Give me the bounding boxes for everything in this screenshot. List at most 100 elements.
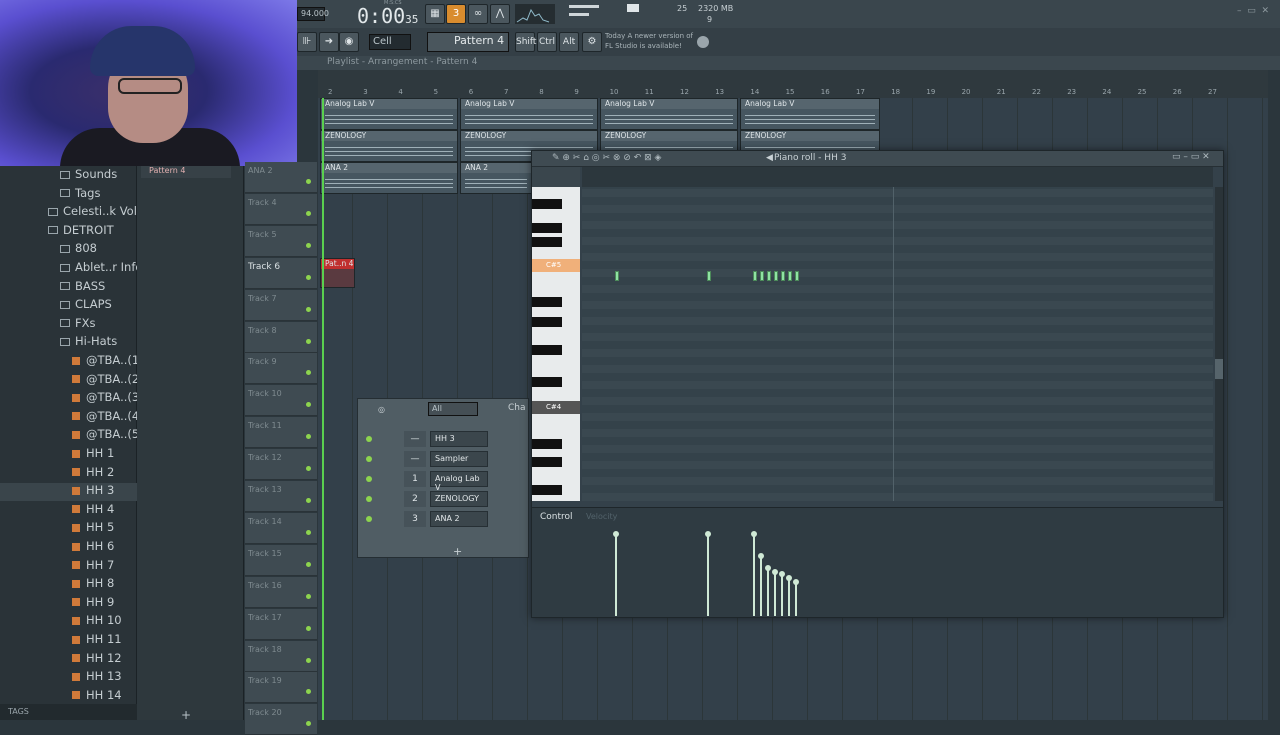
clip-zenology-1[interactable]: ZENOLOGY [320, 130, 458, 162]
clip-ana2-1[interactable]: ANA 2 [320, 162, 458, 194]
channel-name-button[interactable]: ANA 2 [430, 511, 488, 527]
news-close-icon[interactable] [697, 36, 709, 48]
velocity-bar[interactable] [705, 531, 711, 616]
track-header[interactable]: Track 9 [245, 353, 317, 385]
channel-row[interactable]: — HH 3 [364, 431, 528, 449]
control-lane[interactable]: Control Velocity [532, 507, 1223, 617]
ctrl-button[interactable]: Ctrl [537, 32, 557, 52]
black-key[interactable] [532, 439, 562, 449]
track-header[interactable]: Track 17 [245, 608, 317, 640]
black-key[interactable] [532, 237, 562, 247]
note[interactable] [788, 271, 792, 281]
channel-mute-led[interactable] [366, 456, 372, 462]
track-mute-led[interactable] [306, 657, 311, 663]
browser-file[interactable]: @TBA..(2) [72, 372, 144, 390]
black-key[interactable] [532, 223, 562, 233]
black-key[interactable] [532, 485, 562, 495]
browser-file[interactable]: HH 10 [72, 613, 122, 631]
browser-file[interactable]: @TBA..(3) [72, 390, 144, 408]
track-mute-led[interactable] [306, 561, 311, 567]
window-controls[interactable]: – ▭ ✕ [1237, 6, 1277, 16]
pattern-item[interactable]: Pattern 4 [141, 166, 231, 178]
clip-analog-lab-3[interactable]: Analog Lab V [600, 98, 738, 130]
track-header[interactable]: Track 7 [245, 289, 317, 321]
pattern-select[interactable]: Pattern 4 [427, 32, 509, 52]
black-key[interactable] [532, 199, 562, 209]
track-mute-led[interactable] [306, 306, 311, 312]
speaker-icon[interactable]: ◀ [766, 153, 773, 163]
track-header[interactable]: Track 18 [245, 640, 317, 672]
browser-folder[interactable]: 808 [60, 241, 97, 259]
news-gear-icon[interactable]: ⚙ [582, 32, 602, 52]
velocity-bar[interactable] [765, 565, 771, 616]
channel-mute-led[interactable] [366, 476, 372, 482]
browser-file[interactable]: HH 2 [72, 465, 114, 483]
browser-file[interactable]: @TBA..(5) [72, 427, 144, 445]
browser-folder[interactable]: Sounds [60, 167, 117, 185]
playlist-timeline[interactable]: 2 3 4 5 6 7 8 9 10 11 12 13 14 15 16 17 18 19 20 21 22 23 24 25… [318, 70, 1268, 98]
track-header[interactable]: Track 13 [245, 481, 317, 512]
channel-name-button[interactable]: ZENOLOGY [430, 491, 488, 507]
browser-folder[interactable]: Hi-Hats [60, 334, 117, 352]
black-key[interactable] [532, 345, 562, 355]
note[interactable] [615, 271, 619, 281]
control-select[interactable]: Control [540, 512, 573, 522]
velocity-bar[interactable] [613, 531, 619, 616]
note[interactable] [760, 271, 764, 281]
clip-analog-lab-2[interactable]: Analog Lab V [460, 98, 598, 130]
track-mute-led[interactable] [306, 179, 311, 184]
velocity-bar[interactable] [779, 571, 785, 616]
track-header[interactable]: Track 5 [245, 225, 317, 257]
browser-file[interactable]: HH 13 [72, 669, 122, 687]
browser-file[interactable]: HH 7 [72, 558, 114, 576]
vertical-scrollbar[interactable] [1215, 187, 1223, 501]
track-header[interactable]: Track 8 [245, 321, 317, 353]
channel-mute-led[interactable] [366, 436, 372, 442]
playhead[interactable] [322, 98, 324, 720]
channel-mixer-track[interactable]: — [404, 431, 426, 447]
browser-folder[interactable]: Tags [60, 186, 100, 204]
note[interactable] [774, 271, 778, 281]
channel-row[interactable]: 1 Analog Lab V [364, 471, 528, 492]
track-mute-led[interactable] [306, 370, 311, 376]
add-channel-button[interactable]: + [453, 545, 462, 558]
browser-file[interactable]: @TBA..(4) [72, 409, 144, 427]
black-key[interactable] [532, 317, 562, 327]
track-header[interactable]: Track 15 [245, 544, 317, 576]
channel-row[interactable]: — Sampler [364, 451, 528, 469]
channel-mixer-track[interactable]: 3 [404, 511, 426, 527]
note[interactable] [753, 271, 757, 281]
channel-name-button[interactable]: HH 3 [430, 431, 488, 447]
step-edit-icon[interactable]: ∞ [468, 4, 488, 24]
channel-name-button[interactable]: Sampler [430, 451, 488, 467]
browser-file[interactable]: HH 8 [72, 576, 114, 594]
note[interactable] [767, 271, 771, 281]
note[interactable] [781, 271, 785, 281]
channel-row[interactable]: 3 ANA 2 [364, 511, 528, 529]
browser-file[interactable]: HH 3 [0, 483, 137, 502]
channel-mute-led[interactable] [366, 516, 372, 522]
browser-file[interactable]: @TBA..(1) [72, 353, 144, 371]
piano-keyboard[interactable]: C#5 C#4 [532, 187, 580, 501]
browser-folder[interactable]: Celesti..k Vol 1 [48, 204, 148, 222]
clip-analog-lab-4[interactable]: Analog Lab V [740, 98, 880, 130]
browser-folder[interactable]: BASS [60, 279, 105, 297]
black-key[interactable] [532, 297, 562, 307]
browser-file[interactable]: HH 11 [72, 632, 122, 650]
channel-mixer-track[interactable]: 2 [404, 491, 426, 507]
black-key[interactable] [532, 457, 562, 467]
piano-icon[interactable]: ▦ [425, 4, 445, 24]
playlist-title[interactable]: Playlist - Arrangement - Pattern 4 [297, 56, 1280, 70]
track-mute-led[interactable] [306, 242, 311, 248]
track-header[interactable]: Track 16 [245, 576, 317, 608]
clip-ana2-2[interactable]: ANA 2 [460, 162, 532, 194]
track-mute-led[interactable] [306, 593, 311, 599]
browser-file[interactable]: HH 6 [72, 539, 114, 557]
velocity-bar[interactable] [786, 575, 792, 616]
news-panel[interactable]: Today A newer version of FL Studio is av… [605, 31, 693, 51]
track-header[interactable]: Track 19 [245, 672, 317, 704]
browser-file[interactable]: HH 9 [72, 595, 114, 613]
channel-mixer-track[interactable]: — [404, 451, 426, 467]
channel-mixer-track[interactable]: 1 [404, 471, 426, 487]
track-header[interactable]: Track 11 [245, 417, 317, 449]
